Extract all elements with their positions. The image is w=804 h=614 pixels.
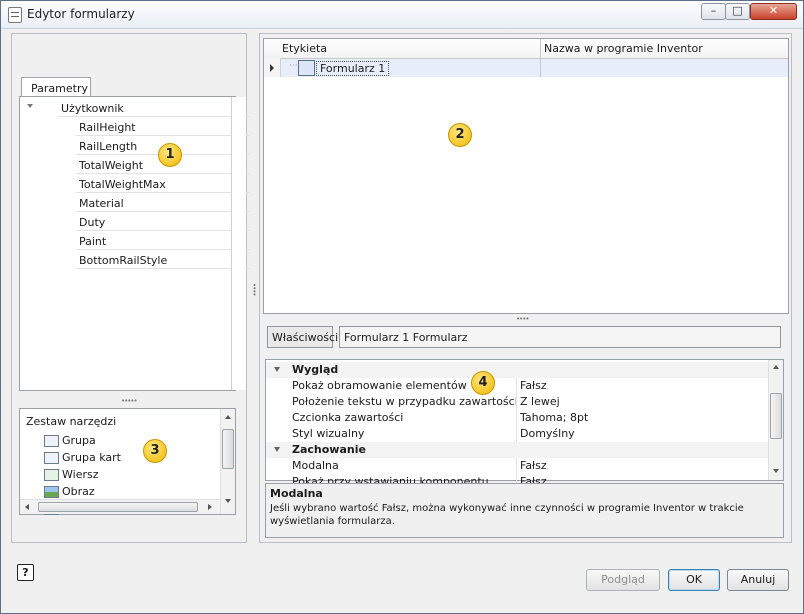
property-name: Czcionka zawartości <box>292 411 404 424</box>
pg-scroll-up-icon[interactable] <box>773 365 779 369</box>
property-help-box: Modalna Jeśli wybrano wartość Fałsz, moż… <box>265 483 784 538</box>
tree-root-uzytkownik[interactable]: Użytkownik <box>58 99 250 117</box>
form-structure-grid: Etykieta Nazwa w programie Inventor ··· … <box>263 38 789 314</box>
properties-button[interactable]: Właściwości <box>267 326 338 348</box>
callout-badge-2: 2 <box>448 123 472 147</box>
toolbox-item-label: Wiersz <box>62 468 99 481</box>
property-row[interactable]: Modalna Fałsz <box>266 458 769 474</box>
form-icon <box>298 60 315 76</box>
toolbox-scroll-thumb[interactable] <box>222 429 234 469</box>
property-category[interactable]: Wygląd <box>266 362 769 378</box>
property-grid: Wygląd Pokaż obramowanie elementów Fałsz Po… <box>265 359 784 490</box>
toolbox-title: Zestaw narzędzi <box>26 415 117 428</box>
grid-row-formularz[interactable]: ··· Formularz 1 <box>281 59 788 77</box>
parameter-item[interactable]: Duty <box>76 213 250 231</box>
callout-badge-3: 3 <box>143 439 167 463</box>
parameter-item[interactable]: Material <box>76 194 250 212</box>
help-text: Jeśli wybrano wartość Fałsz, można wykon… <box>270 503 744 527</box>
title-bar: Edytor formularzy – □ ✕ <box>1 1 803 29</box>
property-value[interactable]: Fałsz <box>520 459 547 472</box>
property-name: Modalna <box>292 459 339 472</box>
form-editor-icon <box>8 7 22 23</box>
property-row[interactable]: Czcionka zawartości Tahoma; 8pt <box>266 410 769 426</box>
category-label: Zachowanie <box>292 443 366 456</box>
row-icon <box>44 469 59 481</box>
property-divider <box>516 394 517 410</box>
callout-badge-1: 1 <box>158 143 182 167</box>
property-category[interactable]: Zachowanie <box>266 442 769 458</box>
tab-parametry[interactable]: Parametry <box>21 77 91 97</box>
toolbox-scrollbar-h[interactable] <box>20 499 220 514</box>
parameter-item[interactable]: BottomRailStyle <box>76 251 250 269</box>
grid-header: Etykieta Nazwa w programie Inventor <box>264 39 788 59</box>
collapse-arrow-icon[interactable] <box>27 104 33 108</box>
property-value[interactable]: Domyślny <box>520 427 575 440</box>
category-collapse-icon[interactable] <box>274 447 280 452</box>
pg-scroll-thumb[interactable] <box>770 393 782 439</box>
preview-button[interactable]: Podgląd <box>586 569 660 591</box>
image-icon <box>44 486 59 498</box>
selected-object-field[interactable]: Formularz 1 Formularz <box>339 326 781 348</box>
property-grid-scrollbar[interactable] <box>768 360 783 480</box>
category-collapse-icon[interactable] <box>274 367 280 372</box>
column-header-inventor-name[interactable]: Nazwa w programie Inventor <box>544 42 703 55</box>
parameter-item[interactable]: RailHeight <box>76 118 250 136</box>
toolbox-item[interactable]: Grupa <box>44 434 96 451</box>
right-splitter-grip[interactable]: •••• <box>516 315 529 323</box>
toolbox-item-label: Obraz <box>62 485 95 498</box>
left-splitter-grip[interactable]: ••••• <box>121 397 138 405</box>
tree-divider <box>231 97 246 390</box>
help-title: Modalna <box>270 487 323 500</box>
ok-button[interactable]: OK <box>668 569 720 591</box>
toolbox-item[interactable]: Grupa kart <box>44 451 121 468</box>
property-value[interactable]: Z lewej <box>520 395 560 408</box>
property-row[interactable]: Pokaż obramowanie elementów Fałsz <box>266 378 769 394</box>
form-label[interactable]: Formularz 1 <box>316 61 390 76</box>
property-name: Położenie tekstu w przypadku zawartości <box>292 395 518 408</box>
pg-scroll-down-icon[interactable] <box>773 469 779 473</box>
property-divider <box>516 378 517 394</box>
vertical-splitter-grip[interactable]: •••• <box>250 283 258 296</box>
callout-badge-4: 4 <box>471 371 495 395</box>
parameter-tree: Użytkownik RailHeight RailLength TotalWeig… <box>19 96 250 391</box>
toolbox-item[interactable]: Wiersz <box>44 468 99 485</box>
cell-divider <box>540 59 541 77</box>
toolbox-item-label: Grupa <box>62 434 96 447</box>
property-row[interactable]: Styl wizualny Domyślny <box>266 426 769 442</box>
property-divider <box>516 410 517 426</box>
tab-group-icon <box>44 452 59 464</box>
scroll-left-arrow-icon[interactable] <box>25 504 29 510</box>
current-row-pointer-icon <box>270 64 274 72</box>
column-header-label[interactable]: Etykieta <box>282 42 327 55</box>
property-name: Styl wizualny <box>292 427 365 440</box>
column-divider <box>540 39 541 58</box>
scroll-up-arrow-icon[interactable] <box>225 415 231 419</box>
window-title: Edytor formularzy <box>27 7 135 21</box>
toolbox-panel: Zestaw narzędzi Grupa Grupa kart Wiersz Obr… <box>19 408 236 515</box>
help-icon[interactable]: ? <box>17 564 34 581</box>
property-row[interactable]: Położenie tekstu w przypadku zawartości Z… <box>266 394 769 410</box>
cancel-button[interactable]: Anuluj <box>727 569 789 591</box>
toolbox-item-label: Grupa kart <box>62 451 121 464</box>
scroll-right-arrow-icon[interactable] <box>208 504 212 510</box>
property-divider <box>516 426 517 442</box>
close-button[interactable]: ✕ <box>750 3 797 20</box>
property-value[interactable]: Fałsz <box>520 379 547 392</box>
tree-line-icon: ··· <box>289 61 298 71</box>
parameter-item[interactable]: Paint <box>76 232 250 250</box>
minimize-button[interactable]: – <box>701 3 726 20</box>
group-icon <box>44 435 59 447</box>
maximize-button[interactable]: □ <box>725 3 750 20</box>
toolbox-hscroll-thumb[interactable] <box>38 502 198 512</box>
property-value[interactable]: Tahoma; 8pt <box>520 411 588 424</box>
property-divider <box>516 458 517 474</box>
parameter-item[interactable]: TotalWeightMax <box>76 175 250 193</box>
properties-bar: Właściwości Formularz 1 Formularz <box>267 326 782 350</box>
scroll-down-arrow-icon[interactable] <box>225 499 231 503</box>
toolbox-scrollbar-v[interactable] <box>220 409 235 514</box>
